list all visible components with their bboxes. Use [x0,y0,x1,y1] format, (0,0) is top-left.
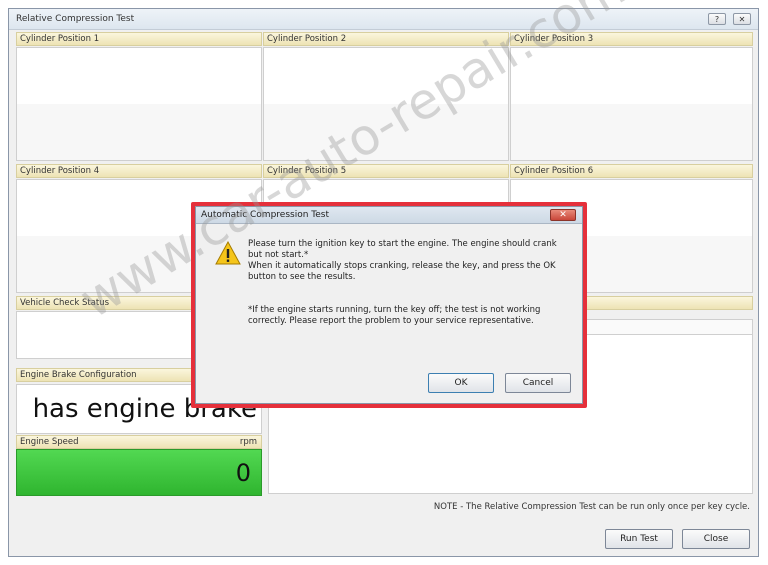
ok-button[interactable]: OK [428,373,494,393]
cylinder-5-header: Cylinder Position 5 [263,164,509,178]
run-test-button[interactable]: Run Test [605,529,673,549]
cylinder-2-header: Cylinder Position 2 [263,32,509,46]
dialog-close-button[interactable]: ✕ [550,209,576,221]
window-close-button[interactable]: ✕ [733,13,751,25]
dialog-footer: OK Cancel [196,365,582,403]
cylinder-3-header: Cylinder Position 3 [510,32,753,46]
window-titlebar: Relative Compression Test ? ✕ [9,9,758,30]
engine-speed-label: Engine Speed [20,437,79,447]
window-title: Relative Compression Test [16,14,135,24]
close-button[interactable]: Close [682,529,750,549]
engine-speed-header: Engine Speed rpm [16,435,262,449]
automatic-compression-dialog: Automatic Compression Test ✕ Please turn… [195,206,583,404]
dialog-message: Please turn the ignition key to start th… [248,239,568,327]
cylinder-6-header: Cylinder Position 6 [510,164,753,178]
cylinder-1-header: Cylinder Position 1 [16,32,262,46]
engine-speed-unit: rpm [239,437,257,447]
cylinder-3-panel [510,47,753,161]
note-text: NOTE - The Relative Compression Test can… [433,502,750,512]
warning-icon [215,241,241,265]
cylinder-1-panel [16,47,262,161]
dialog-line-6: correctly. Please report the problem to … [248,316,534,326]
engine-speed-value: 0 [16,449,262,496]
cylinder-4-header: Cylinder Position 4 [16,164,262,178]
dialog-line-2: but not start.* [248,250,309,260]
dialog-title: Automatic Compression Test [201,210,329,220]
dialog-highlight: Automatic Compression Test ✕ Please turn… [191,202,587,408]
dialog-titlebar: Automatic Compression Test ✕ [196,207,582,224]
dialog-line-4: button to see the results. [248,272,356,282]
cylinder-2-panel [263,47,509,161]
cancel-button[interactable]: Cancel [505,373,571,393]
dialog-line-5: *If the engine starts running, turn the … [248,305,541,315]
help-button[interactable]: ? [708,13,726,25]
dialog-line-1: Please turn the ignition key to start th… [248,239,557,249]
dialog-line-3: When it automatically stops cranking, re… [248,261,556,271]
